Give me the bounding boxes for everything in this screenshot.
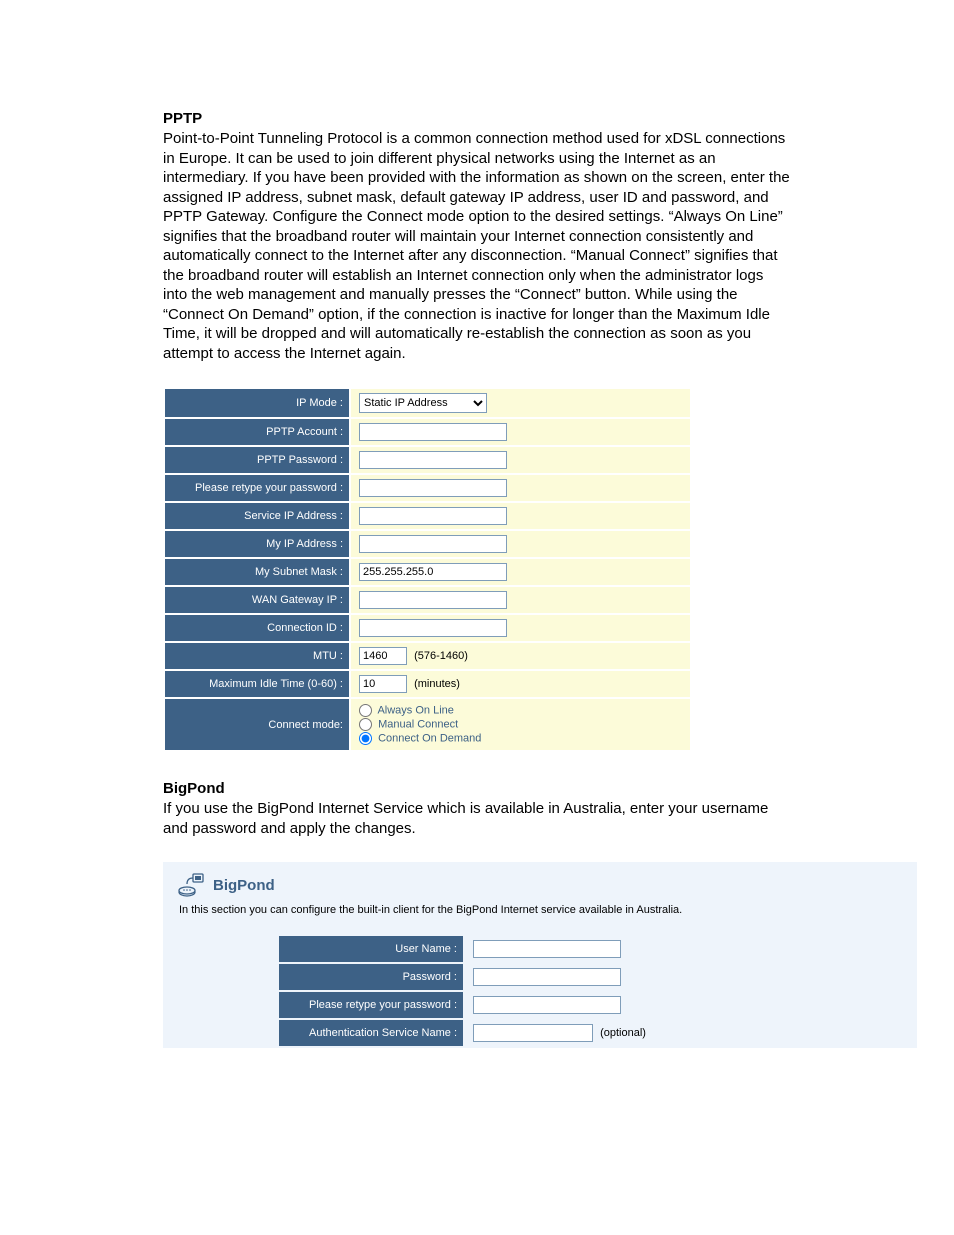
pptp-heading: PPTP bbox=[163, 110, 791, 127]
bp-retype-input[interactable] bbox=[473, 996, 621, 1014]
mtu-input[interactable] bbox=[359, 647, 407, 665]
ip-mode-select[interactable]: Static IP Address bbox=[359, 393, 487, 413]
my-subnet-input[interactable] bbox=[359, 563, 507, 581]
bp-retype-label: Please retype your password : bbox=[278, 991, 464, 1019]
bigpond-panel: BigPond In this section you can configur… bbox=[163, 862, 917, 1048]
max-idle-hint: (minutes) bbox=[414, 678, 460, 690]
pptp-password-input[interactable] bbox=[359, 451, 507, 469]
pptp-description: Point-to-Point Tunneling Protocol is a c… bbox=[163, 129, 791, 363]
bp-username-input[interactable] bbox=[473, 940, 621, 958]
bp-authservice-input[interactable] bbox=[473, 1024, 593, 1042]
mtu-label: MTU : bbox=[164, 642, 350, 670]
my-subnet-label: My Subnet Mask : bbox=[164, 558, 350, 586]
max-idle-label: Maximum Idle Time (0-60) : bbox=[164, 670, 350, 698]
my-ip-label: My IP Address : bbox=[164, 530, 350, 558]
ip-mode-label: IP Mode : bbox=[164, 388, 350, 418]
bigpond-panel-desc: In this section you can configure the bu… bbox=[179, 904, 903, 916]
mtu-hint: (576-1460) bbox=[414, 650, 468, 662]
bp-password-label: Password : bbox=[278, 963, 464, 991]
pptp-account-label: PPTP Account : bbox=[164, 418, 350, 446]
wan-gateway-input[interactable] bbox=[359, 591, 507, 609]
max-idle-input[interactable] bbox=[359, 675, 407, 693]
connection-id-input[interactable] bbox=[359, 619, 507, 637]
bp-username-label: User Name : bbox=[278, 935, 464, 963]
connection-id-label: Connection ID : bbox=[164, 614, 350, 642]
my-ip-input[interactable] bbox=[359, 535, 507, 553]
service-ip-label: Service IP Address : bbox=[164, 502, 350, 530]
wan-gateway-label: WAN Gateway IP : bbox=[164, 586, 350, 614]
bigpond-config-table: User Name : Password : Please retype you… bbox=[277, 934, 656, 1048]
connect-mode-label: Connect mode: bbox=[164, 698, 350, 751]
pptp-config-table: IP Mode : Static IP Address PPTP Account… bbox=[163, 387, 692, 752]
service-ip-input[interactable] bbox=[359, 507, 507, 525]
pptp-retype-label: Please retype your password : bbox=[164, 474, 350, 502]
bp-authservice-hint: (optional) bbox=[600, 1027, 646, 1039]
connect-mode-demand[interactable]: Connect On Demand bbox=[359, 732, 682, 745]
pptp-retype-input[interactable] bbox=[359, 479, 507, 497]
bp-authservice-label: Authentication Service Name : bbox=[278, 1019, 464, 1047]
bigpond-heading: BigPond bbox=[163, 780, 791, 797]
bp-password-input[interactable] bbox=[473, 968, 621, 986]
bigpond-panel-title: BigPond bbox=[213, 877, 275, 894]
bigpond-description: If you use the BigPond Internet Service … bbox=[163, 799, 791, 838]
pptp-account-input[interactable] bbox=[359, 423, 507, 441]
connect-mode-always[interactable]: Always On Line bbox=[359, 704, 682, 717]
connect-mode-manual[interactable]: Manual Connect bbox=[359, 718, 682, 731]
pptp-password-label: PPTP Password : bbox=[164, 446, 350, 474]
router-icon bbox=[177, 872, 207, 898]
